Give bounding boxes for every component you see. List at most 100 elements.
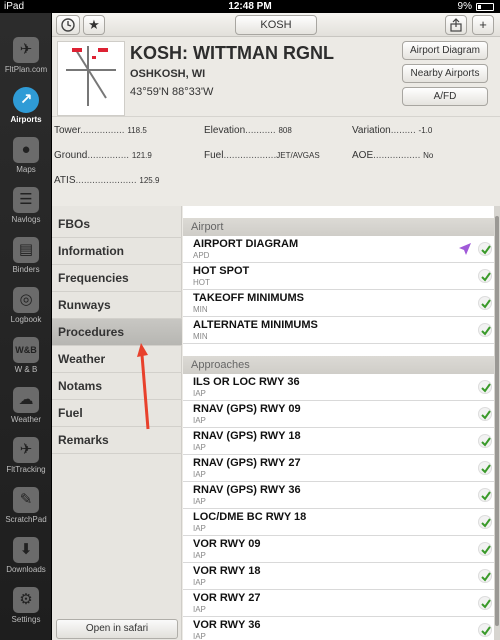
list-item[interactable]: RNAV (GPS) RWY 09 IAP [183, 401, 500, 428]
scrollbar[interactable] [494, 206, 500, 640]
sidebar: ✈ FltPlan.com ↗ Airports ● Maps ☰ Navlogs ▤ B… [0, 13, 52, 640]
list-item[interactable]: TAKEOFF MINIMUMS MIN [183, 290, 500, 317]
tab-downloads[interactable]: ⬇ Downloads [0, 531, 52, 581]
clock-icon [61, 18, 75, 32]
procedure-type: IAP [193, 389, 206, 398]
procedure-name: VOR RWY 36 [193, 619, 261, 631]
tower-freq: Tower................ 118.5 [54, 125, 147, 136]
tab-weather[interactable]: ☁ Weather [0, 381, 52, 431]
airport-diagram-thumbnail[interactable] [57, 41, 125, 116]
procedure-type: IAP [193, 524, 206, 533]
check-icon[interactable] [478, 623, 492, 637]
airport-title: KOSH: WITTMAN RGNL [130, 43, 334, 63]
procedure-name: VOR RWY 27 [193, 592, 261, 604]
section-header-approaches: Approaches [183, 356, 500, 374]
airport-diagram-button[interactable]: Airport Diagram [402, 41, 488, 60]
tab-fltplan[interactable]: ✈ FltPlan.com [0, 31, 52, 81]
favorite-button[interactable]: ★ [83, 15, 105, 35]
ground-freq: Ground............... 121.9 [54, 150, 152, 161]
pencil-icon: ✎ [13, 487, 39, 513]
share-button[interactable] [445, 15, 467, 35]
check-icon[interactable] [478, 542, 492, 556]
check-icon[interactable] [478, 242, 492, 256]
check-icon[interactable] [478, 296, 492, 310]
check-icon[interactable] [478, 488, 492, 502]
list-item[interactable]: ILS OR LOC RWY 36 IAP [183, 374, 500, 401]
procedure-name: ALTERNATE MINIMUMS [193, 319, 318, 331]
tab-label: Weather [10, 415, 42, 424]
tab-label: W & B [14, 365, 38, 374]
check-icon[interactable] [478, 569, 492, 583]
check-icon[interactable] [478, 515, 492, 529]
menu-item-fuel[interactable]: Fuel [52, 400, 182, 427]
add-button[interactable]: + [472, 15, 494, 35]
procedure-name: RNAV (GPS) RWY 18 [193, 430, 301, 442]
airport-city: OSHKOSH, WI [130, 68, 206, 80]
main-content: ★ KOSH + KOSH: WITTMAN RGNL OSHKOSH, WI … [52, 13, 500, 640]
airport-search-field[interactable]: KOSH [235, 15, 317, 35]
menu-item-fbos[interactable]: FBOs [52, 211, 182, 238]
history-button[interactable] [56, 15, 80, 35]
check-icon[interactable] [478, 269, 492, 283]
list-item[interactable]: ALTERNATE MINIMUMS MIN [183, 317, 500, 344]
tab-binders[interactable]: ▤ Binders [0, 231, 52, 281]
tab-flttracking[interactable]: ✈ FltTracking [0, 431, 52, 481]
menu-item-runways[interactable]: Runways [52, 292, 182, 319]
nearby-airports-button[interactable]: Nearby Airports [402, 64, 488, 83]
tab-label: FltPlan.com [4, 65, 48, 74]
list-item[interactable]: HOT SPOT HOT [183, 263, 500, 290]
list-item[interactable]: RNAV (GPS) RWY 18 IAP [183, 428, 500, 455]
procedure-type: IAP [193, 632, 206, 640]
list-item[interactable]: RNAV (GPS) RWY 36 IAP [183, 482, 500, 509]
list-item[interactable]: VOR RWY 18 IAP [183, 563, 500, 590]
tab-maps[interactable]: ● Maps [0, 131, 52, 181]
gear-icon: ⚙ [13, 587, 39, 613]
procedure-name: HOT SPOT [193, 265, 250, 277]
check-icon[interactable] [478, 461, 492, 475]
list-item[interactable]: RNAV (GPS) RWY 27 IAP [183, 455, 500, 482]
procedure-type: MIN [193, 332, 208, 341]
list-item[interactable]: VOR RWY 09 IAP [183, 536, 500, 563]
tab-settings[interactable]: ⚙ Settings [0, 581, 52, 631]
tab-navlogs[interactable]: ☰ Navlogs [0, 181, 52, 231]
list-item[interactable]: AIRPORT DIAGRAM APD [183, 236, 500, 263]
navlog-icon: ☰ [13, 187, 39, 213]
tab-label: Navlogs [11, 215, 41, 224]
menu-item-weather[interactable]: Weather [52, 346, 182, 373]
scroll-thumb[interactable] [495, 216, 499, 626]
check-icon[interactable] [478, 596, 492, 610]
procedure-type: HOT [193, 278, 210, 287]
tab-label: Downloads [6, 565, 46, 574]
tab-airports[interactable]: ↗ Airports [0, 81, 52, 131]
list-item[interactable]: VOR RWY 27 IAP [183, 590, 500, 617]
procedure-type: IAP [193, 443, 206, 452]
procedure-name: LOC/DME BC RWY 18 [193, 511, 307, 523]
list-item[interactable]: LOC/DME BC RWY 18 IAP [183, 509, 500, 536]
menu-item-remarks[interactable]: Remarks [52, 427, 182, 454]
compass-icon: ↗ [13, 87, 39, 113]
tracking-icon: ✈ [13, 437, 39, 463]
procedure-type: IAP [193, 605, 206, 614]
menu-item-information[interactable]: Information [52, 238, 182, 265]
afd-button[interactable]: A/FD [402, 87, 488, 106]
check-icon[interactable] [478, 407, 492, 421]
tab-label: Binders [12, 265, 40, 274]
share-icon [450, 18, 462, 32]
menu-item-notams[interactable]: Notams [52, 373, 182, 400]
tab-wb[interactable]: W&B W & B [0, 331, 52, 381]
airport-info-grid: Tower................ 118.5 Ground......… [52, 116, 500, 206]
check-icon[interactable] [478, 323, 492, 337]
check-icon[interactable] [478, 434, 492, 448]
tab-logbook[interactable]: ◎ Logbook [0, 281, 52, 331]
procedure-type: IAP [193, 416, 206, 425]
menu-item-procedures[interactable]: Procedures [52, 319, 182, 346]
list-item[interactable]: VOR RWY 36 IAP [183, 617, 500, 640]
procedure-name: TAKEOFF MINIMUMS [193, 292, 305, 304]
menu-item-frequencies[interactable]: Frequencies [52, 265, 182, 292]
location-arrow-icon [459, 243, 471, 255]
check-icon[interactable] [478, 380, 492, 394]
tab-scratchpad[interactable]: ✎ ScratchPad [0, 481, 52, 531]
procedure-name: RNAV (GPS) RWY 27 [193, 457, 301, 469]
battery-icon [476, 2, 494, 11]
open-in-safari-button[interactable]: Open in safari [56, 619, 178, 639]
